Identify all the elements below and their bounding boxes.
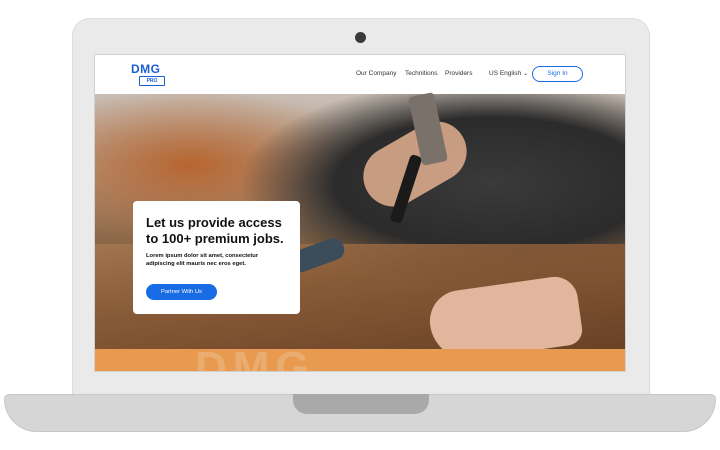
laptop-notch xyxy=(293,394,429,414)
browser-viewport: DMG PRO Our Company Technitions Provider… xyxy=(94,54,626,372)
logo-sub: PRO xyxy=(139,76,165,86)
nav-providers[interactable]: Providers xyxy=(445,70,472,77)
partner-with-us-button[interactable]: Partner With Us xyxy=(146,284,217,300)
watermark-logo: DMG xyxy=(195,343,316,372)
hero-subtitle: Lorem ipsum dolor sit amet, consectetur … xyxy=(146,253,259,267)
orange-banner: DMG xyxy=(95,343,625,371)
top-navbar: DMG PRO Our Company Technitions Provider… xyxy=(95,55,625,94)
hero-banner: Let us provide access to 100+ premium jo… xyxy=(95,92,625,371)
hero-title: Let us provide access to 100+ premium jo… xyxy=(146,215,284,246)
chevron-down-icon: ⌄ xyxy=(523,71,529,77)
language-selector[interactable]: US English ⌄ xyxy=(489,70,528,77)
language-label: US English xyxy=(489,70,522,77)
camera-icon xyxy=(355,32,366,43)
logo-main: DMG xyxy=(131,62,161,76)
nav-technitions[interactable]: Technitions xyxy=(405,70,438,77)
dmg-pro-logo[interactable]: DMG PRO xyxy=(131,63,175,87)
hero-card: Let us provide access to 100+ premium jo… xyxy=(133,201,300,314)
sign-in-button[interactable]: Sign In xyxy=(532,66,583,82)
nav-our-company[interactable]: Our Company xyxy=(356,70,396,77)
